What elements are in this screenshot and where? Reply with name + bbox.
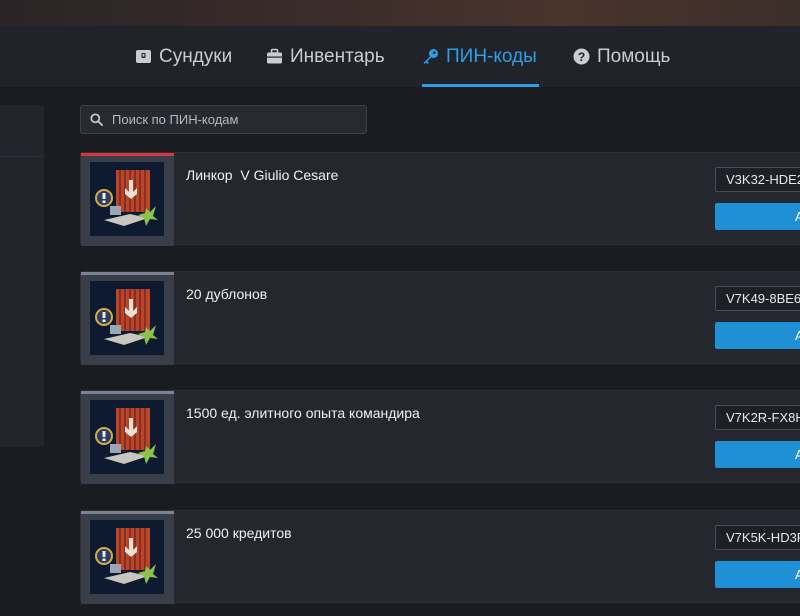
reward-title: 25 000 кредитов	[186, 525, 292, 541]
tab-chests-label: Сундуки	[159, 45, 233, 67]
container-image	[90, 520, 164, 594]
tab-help[interactable]: ? Помощь	[573, 26, 670, 87]
pin-card: 1500 ед. элитного опыта командира V7K2R-…	[80, 390, 800, 484]
svg-text:?: ?	[578, 50, 585, 64]
reward-thumbnail	[81, 272, 174, 365]
tab-inventory-label: Инвентарь	[290, 45, 385, 67]
reward-title: Линкор V Giulio Cesare	[186, 167, 339, 183]
pin-card: Линкор V Giulio Cesare V3K32-HDE2 А	[80, 152, 800, 246]
card-marker	[81, 272, 174, 275]
chest-icon	[135, 48, 152, 65]
activate-button[interactable]: А	[715, 322, 800, 349]
tab-chests[interactable]: Сундуки	[135, 26, 232, 87]
tab-inventory[interactable]: Инвентарь	[266, 26, 385, 87]
activate-button[interactable]: А	[715, 561, 800, 588]
container-image	[90, 400, 164, 474]
activate-button[interactable]: А	[715, 441, 800, 468]
pin-card: 20 дублонов V7K49-8BE6 А	[80, 271, 800, 365]
container-image	[90, 281, 164, 355]
new-marker	[81, 153, 174, 156]
sidebar-divider	[0, 156, 44, 157]
activate-button[interactable]: А	[715, 203, 800, 230]
search-box[interactable]	[80, 105, 367, 134]
pin-code-field[interactable]: V7K2R-FX8H	[715, 405, 800, 430]
card-marker	[81, 391, 174, 394]
reward-thumbnail	[81, 153, 174, 246]
pin-card: 25 000 кредитов V7K5K-HD3F А	[80, 510, 800, 604]
card-marker	[81, 511, 174, 514]
key-icon	[422, 48, 439, 65]
reward-thumbnail	[81, 511, 174, 604]
filter-sidebar	[0, 105, 44, 447]
briefcase-icon	[266, 48, 283, 65]
pin-code-field[interactable]: V7K49-8BE6	[715, 286, 800, 311]
pin-code-field[interactable]: V7K5K-HD3F	[715, 525, 800, 550]
tab-pin-codes-label: ПИН-коды	[446, 45, 537, 67]
help-icon: ?	[573, 48, 590, 65]
reward-thumbnail	[81, 391, 174, 484]
header-banner	[0, 0, 800, 26]
container-image	[90, 162, 164, 236]
reward-title: 1500 ед. элитного опыта командира	[186, 405, 420, 421]
tab-pin-codes[interactable]: ПИН-коды	[422, 26, 539, 87]
search-icon	[90, 113, 103, 126]
search-input[interactable]	[112, 112, 342, 127]
main-navigation: Сундуки Инвентарь ПИН-коды ? Помощь	[0, 26, 800, 87]
reward-title: 20 дублонов	[186, 286, 268, 302]
pin-code-field[interactable]: V3K32-HDE2	[715, 167, 800, 192]
tab-help-label: Помощь	[597, 45, 671, 67]
